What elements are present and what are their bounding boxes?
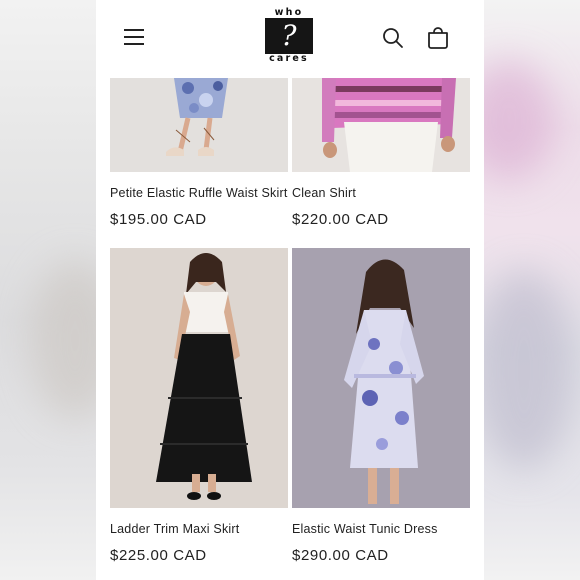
site-header: who ? cares <box>96 0 484 78</box>
product-title[interactable]: Elastic Waist Tunic Dress <box>292 522 438 536</box>
product-price: $195.00 CAD <box>110 211 207 228</box>
product-price: $220.00 CAD <box>292 211 389 228</box>
product-card[interactable]: Ladder Trim Maxi Skirt $225.00 CAD <box>110 248 288 580</box>
logo-text-top: who <box>274 7 304 18</box>
product-image[interactable] <box>110 78 288 172</box>
shopping-bag-icon[interactable] <box>426 26 450 50</box>
product-title[interactable]: Clean Shirt <box>292 186 356 200</box>
product-image[interactable] <box>110 248 288 508</box>
product-title[interactable]: Ladder Trim Maxi Skirt <box>110 522 239 536</box>
logo-mark: ? <box>265 18 313 54</box>
product-price: $225.00 CAD <box>110 547 207 564</box>
blurred-backdrop-left <box>0 0 96 580</box>
blurred-backdrop-right <box>484 0 580 580</box>
store-logo[interactable]: who ? cares <box>261 8 317 66</box>
product-price: $290.00 CAD <box>292 547 389 564</box>
store-page: who ? cares Petite Elastic Ruffle Waist … <box>96 0 484 580</box>
logo-text-bottom: cares <box>269 53 309 64</box>
product-card[interactable]: Elastic Waist Tunic Dress $290.00 CAD <box>292 248 470 580</box>
hamburger-menu-icon[interactable] <box>124 28 144 46</box>
search-icon[interactable] <box>381 26 405 50</box>
product-title[interactable]: Petite Elastic Ruffle Waist Skirt <box>110 186 288 200</box>
product-image[interactable] <box>292 78 470 172</box>
product-image[interactable] <box>292 248 470 508</box>
